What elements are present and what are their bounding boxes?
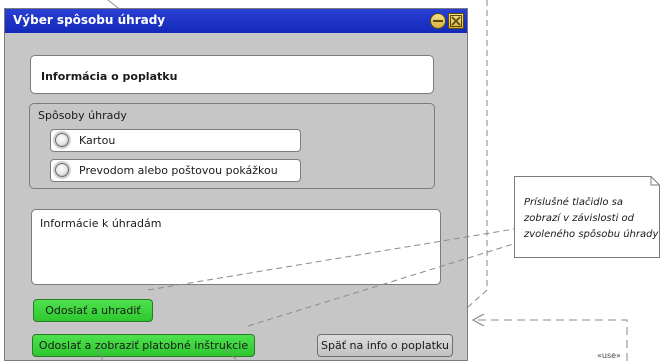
payment-methods-group: Spôsoby úhrady Kartou Prevodom alebo poš…	[29, 103, 435, 189]
note-line: zobrazí v závislosti od	[524, 213, 634, 224]
send-and-pay-button[interactable]: Odoslať a uhradiť	[33, 299, 153, 322]
annotation-note: Príslušné tlačidlo sa zobrazí v závislos…	[514, 176, 660, 258]
note-line: zvoleného spôsobu úhrady	[524, 229, 659, 240]
fee-info-panel: Informácia o poplatku	[30, 55, 434, 94]
payment-option-card[interactable]: Kartou	[50, 129, 301, 152]
title-bar: Výber spôsobu úhrady	[5, 9, 467, 33]
back-to-fee-info-button[interactable]: Späť na info o poplatku	[317, 334, 453, 357]
payment-methods-label: Spôsoby úhrady	[38, 109, 127, 122]
payment-info-label: Informácie k úhradám	[40, 217, 162, 230]
payment-method-window: Výber spôsobu úhrady Informácia o poplat…	[4, 8, 468, 361]
note-line: Príslušné tlačidlo sa	[524, 197, 623, 208]
wireframe-canvas: Výber spôsobu úhrady Informácia o poplat…	[0, 0, 660, 361]
payment-option-label: Kartou	[79, 134, 116, 147]
fee-info-label: Informácia o poplatku	[41, 70, 178, 83]
payment-info-panel: Informácie k úhradám	[31, 209, 441, 285]
use-stereotype-label: «use»	[597, 351, 621, 360]
top-connector	[467, 0, 488, 308]
top-left-connector	[107, 0, 119, 9]
payment-option-label: Prevodom alebo poštovou pokážkou	[79, 164, 278, 177]
payment-option-transfer[interactable]: Prevodom alebo poštovou pokážkou	[50, 159, 301, 182]
window-title: Výber spôsobu úhrady	[13, 13, 166, 27]
close-icon[interactable]	[448, 13, 464, 29]
send-and-show-instructions-button[interactable]: Odoslať a zobraziť platobné inštrukcie	[32, 334, 255, 357]
note-text: Príslušné tlačidlo sa zobrazí v závislos…	[524, 195, 660, 243]
radio-icon[interactable]	[55, 133, 69, 147]
radio-icon[interactable]	[55, 163, 69, 177]
minimize-icon[interactable]	[430, 13, 446, 29]
